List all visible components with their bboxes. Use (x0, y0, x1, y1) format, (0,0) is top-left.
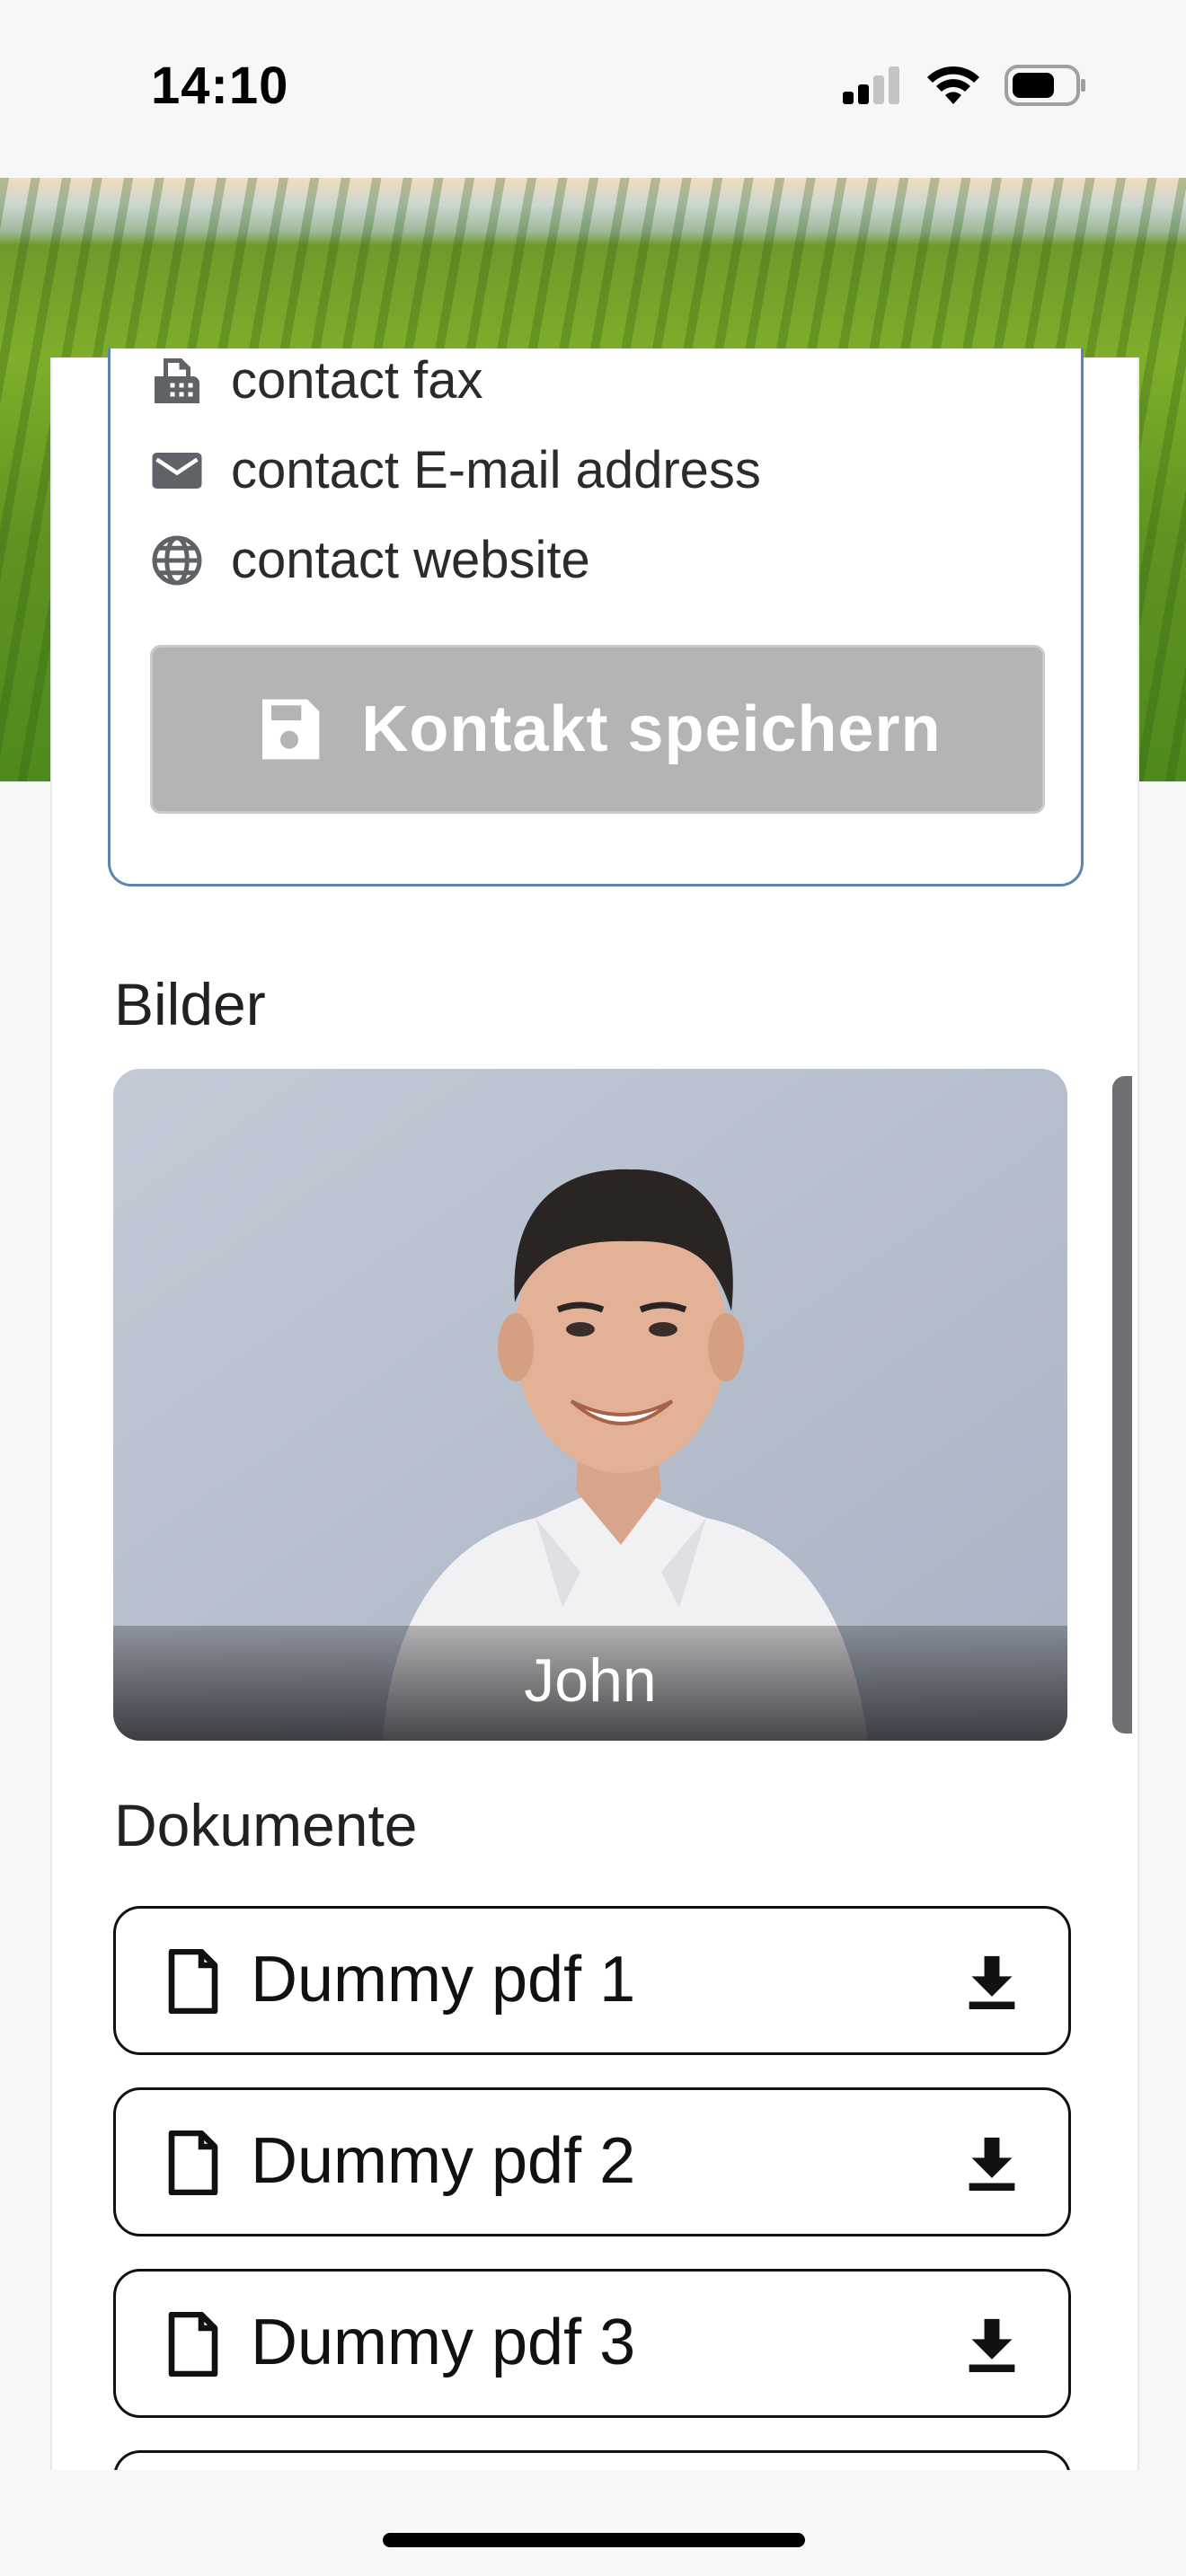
contact-email-text: contact E-mail address (231, 441, 761, 499)
fax-icon (155, 357, 199, 403)
image-card-john[interactable]: John (113, 1069, 1067, 1741)
file-icon (168, 1949, 218, 2014)
save-contact-label: Kontakt speichern (361, 693, 942, 765)
battery-icon (1005, 65, 1085, 106)
document-label: Dummy pdf 3 (251, 2307, 636, 2378)
download-icon[interactable] (966, 1954, 1018, 2009)
contact-email-row[interactable]: contact E-mail address (150, 440, 761, 500)
document-label: Dummy pdf 2 (251, 2125, 636, 2197)
contact-website-text: contact website (231, 531, 590, 589)
wifi-icon (927, 66, 979, 104)
contact-fax-text: contact fax (231, 351, 483, 410)
download-icon[interactable] (966, 2135, 1018, 2191)
image-caption: John (524, 1646, 657, 1715)
mail-icon (152, 452, 202, 489)
document-item[interactable]: Dummy pdf 2 (113, 2087, 1071, 2236)
status-time: 14:10 (151, 57, 289, 115)
file-icon (168, 2130, 218, 2195)
images-section-title: Bilder (114, 971, 266, 1037)
document-item[interactable]: Dummy pdf 3 (113, 2269, 1071, 2418)
bottom-safe-area (0, 2470, 1186, 2576)
cellular-signal-icon (843, 66, 899, 104)
status-icons (843, 65, 1087, 106)
contact-fax-row[interactable]: contact fax (150, 350, 482, 410)
contact-box: contact fax contact E-mail address conta… (108, 348, 1084, 887)
globe-icon (152, 535, 202, 585)
profile-card: contact fax contact E-mail address conta… (50, 348, 1139, 2504)
save-contact-button[interactable]: Kontakt speichern (150, 645, 1045, 814)
document-label: Dummy pdf 1 (251, 1944, 636, 2016)
document-item[interactable]: Dummy pdf 1 (113, 1906, 1071, 2055)
download-icon[interactable] (966, 2316, 1018, 2372)
status-bar: 14:10 (0, 0, 1186, 178)
home-indicator[interactable] (383, 2533, 805, 2547)
file-icon (168, 2312, 218, 2377)
next-image-peek[interactable] (1112, 1076, 1132, 1734)
save-icon (262, 699, 320, 760)
contact-website-row[interactable]: contact website (150, 530, 590, 590)
documents-section-title: Dokumente (114, 1792, 418, 1858)
